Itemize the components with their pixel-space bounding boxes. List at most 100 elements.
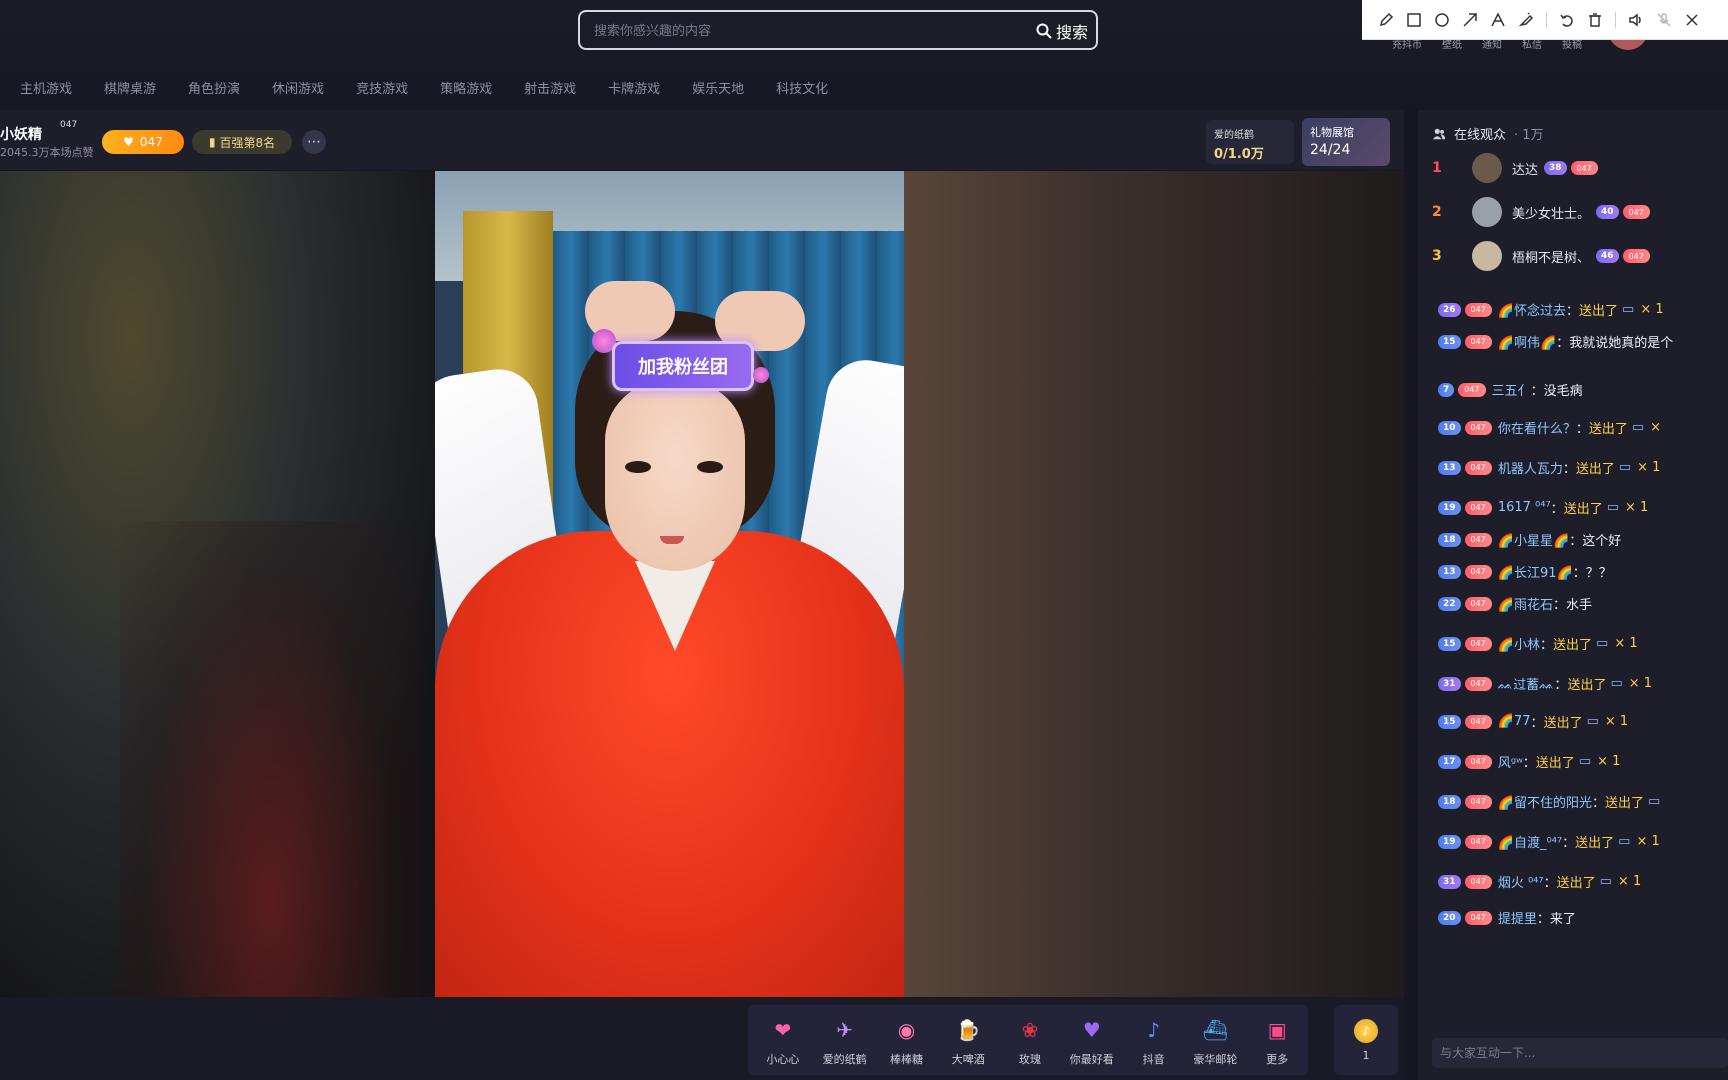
category-tab[interactable]: 娱乐天地	[692, 78, 744, 97]
gift-count: × 1	[1614, 636, 1638, 651]
arrow-icon[interactable]	[1456, 6, 1484, 34]
gift-gallery-title: 礼物展馆	[1310, 126, 1354, 139]
coin-panel[interactable]: ♪ 1	[1334, 1005, 1398, 1075]
chat-text: 送出了	[1588, 422, 1628, 437]
pencil-icon[interactable]	[1372, 6, 1400, 34]
chat-username[interactable]: 风ᵍʷ	[1498, 752, 1523, 771]
douyin-icon: ♪	[1147, 1018, 1160, 1042]
rank-badge[interactable]: ▮ 百强第8名	[192, 130, 292, 154]
user-level-badge: 17	[1438, 754, 1461, 769]
gift-item[interactable]: ❀ 玫瑰	[999, 1013, 1061, 1067]
gift-icon: ▭	[1578, 754, 1592, 769]
chat-username[interactable]: 烟火 ⁰⁴⁷	[1498, 872, 1544, 891]
gift-goal-box[interactable]: 爱的纸鹤 0/1.0万	[1206, 120, 1294, 164]
gift-count: ×	[1650, 420, 1662, 435]
user-level-badge: 18	[1438, 532, 1461, 547]
category-tab[interactable]: 科技文化	[776, 78, 828, 97]
video-player[interactable]: 加我粉丝团	[0, 171, 1404, 997]
chat-username[interactable]: 三五亻	[1492, 380, 1531, 399]
circle-icon[interactable]	[1428, 6, 1456, 34]
chat-list: 26 047 🌈怀念过去：送出了 ▭ × 1 15 047 🌈啊伟🌈：我就说她真的是个 7 047…	[1438, 300, 1728, 1030]
gift-item[interactable]: ◉ 棒棒糖	[876, 1013, 938, 1067]
chat-text: ？？	[1585, 566, 1612, 581]
video-frame: 加我粉丝团	[435, 171, 904, 997]
ranking-row[interactable]: 3 梧桐不是树、 46 047	[1432, 238, 1656, 274]
category-tab[interactable]: 角色扮演	[188, 78, 240, 97]
gift-item[interactable]: ♥ 你最好看	[1061, 1013, 1123, 1067]
gift-count: × 1	[1617, 874, 1642, 889]
chat-message: 7 047 三五亻：没毛病	[1438, 380, 1728, 399]
chat-username[interactable]: 🌈雨花石	[1498, 594, 1553, 613]
gift-label: 小心心	[766, 1053, 800, 1066]
chat-username[interactable]: 🌈77	[1498, 714, 1531, 729]
chat-username[interactable]: 机器人瓦力	[1498, 458, 1563, 477]
trash-icon[interactable]	[1581, 6, 1609, 34]
gift-item[interactable]: ▣ 更多	[1246, 1013, 1308, 1067]
gift-label: 你最好看	[1069, 1053, 1114, 1066]
highlighter-icon[interactable]	[1512, 6, 1540, 34]
streamer-level: 047	[60, 120, 78, 130]
ranking-row[interactable]: 2 美少女壮士。 40 047	[1432, 194, 1656, 230]
category-tab[interactable]: 策略游戏	[440, 78, 492, 97]
chat-message: 15 047 🌈77：送出了 ▭ × 1	[1438, 712, 1728, 731]
chat-username[interactable]: 🌈留不住的阳光	[1498, 792, 1592, 811]
chat-username[interactable]: 你在看什么？	[1498, 418, 1576, 437]
chat-text: 送出了	[1575, 462, 1615, 477]
gift-gallery-value: 24/24	[1310, 142, 1351, 158]
chat-username[interactable]: 🌈自渡_⁰⁴⁷	[1498, 832, 1562, 851]
undo-icon[interactable]	[1553, 6, 1581, 34]
chat-separator: ：	[1575, 422, 1589, 437]
chat-username[interactable]: 🌈长江91🌈	[1498, 562, 1573, 581]
fan-club-badge[interactable]: ♥ 047	[102, 130, 184, 154]
chat-username[interactable]: 1617 ⁰⁴⁷	[1498, 500, 1551, 515]
rectangle-icon[interactable]	[1400, 6, 1428, 34]
chat-username[interactable]: 🌈小林	[1498, 634, 1540, 653]
chat-text: 送出了	[1605, 796, 1645, 811]
user-level-badge: 13	[1438, 564, 1461, 579]
category-tab[interactable]: 休闲游戏	[272, 78, 324, 97]
more-button[interactable]: ⋯	[302, 130, 326, 154]
chat-username[interactable]: 🌈小星星🌈	[1498, 530, 1569, 549]
gift-icon: ▭	[1610, 676, 1623, 691]
close-icon[interactable]	[1678, 6, 1706, 34]
ranking-row[interactable]: 1 达达 38 047	[1432, 150, 1604, 186]
chat-message: 18 047 🌈留不住的阳光：送出了 ▭	[1438, 792, 1728, 811]
chat-username[interactable]: 🌈怀念过去	[1498, 300, 1566, 319]
speaker-icon[interactable]	[1622, 6, 1650, 34]
gift-item[interactable]: 🍺 大啤酒	[937, 1013, 999, 1067]
chat-separator: ：	[1556, 336, 1570, 351]
streamer-name[interactable]: 小妖精	[0, 124, 42, 144]
text-icon[interactable]	[1484, 6, 1512, 34]
user-level-badge: 18	[1438, 794, 1461, 809]
chat-separator: ：	[1540, 638, 1554, 653]
chat-message: 10 047 你在看什么？：送出了 ▭ ×	[1438, 418, 1728, 437]
chat-username[interactable]: 提提里	[1498, 908, 1537, 927]
gift-item[interactable]: ♪ 抖音	[1123, 1013, 1185, 1067]
rank-number: 3	[1432, 248, 1442, 264]
gift-item[interactable]: ⛴ 豪华邮轮	[1184, 1013, 1246, 1067]
gift-gallery-box[interactable]: 礼物展馆 24/24	[1302, 118, 1390, 166]
category-tab[interactable]: 棋牌桌游	[104, 78, 156, 97]
chat-username[interactable]: 🌈啊伟🌈	[1498, 332, 1556, 351]
viewer-name: 美少女壮士。	[1512, 206, 1591, 222]
category-tab[interactable]: 竞技游戏	[356, 78, 408, 97]
bar-chart-icon: ▮	[208, 135, 216, 149]
chat-text: 送出了	[1579, 304, 1619, 319]
fan-badge: 047	[1458, 382, 1486, 397]
gift-item[interactable]: ❤ 小心心	[752, 1013, 814, 1067]
category-tab[interactable]: 卡牌游戏	[608, 78, 660, 97]
gift-label: 大啤酒	[951, 1053, 985, 1066]
user-level-badge: 7	[1438, 382, 1455, 397]
search-button[interactable]: 搜索	[1036, 18, 1088, 44]
chat-separator: ：	[1592, 796, 1606, 811]
category-tab[interactable]: 射击游戏	[524, 78, 576, 97]
user-level-badge: 26	[1438, 302, 1461, 317]
fan-badge: 047	[1464, 532, 1492, 547]
gift-item[interactable]: ✈ 爱的纸鹤	[814, 1013, 876, 1067]
chat-separator: ：	[1522, 756, 1536, 771]
chat-input[interactable]	[1432, 1038, 1728, 1068]
search-input[interactable]	[594, 20, 994, 42]
mic-off-icon[interactable]	[1650, 6, 1678, 34]
chat-username[interactable]: ᨐ过蓄ᨐ	[1498, 674, 1555, 693]
category-tab[interactable]: 主机游戏	[20, 78, 72, 97]
